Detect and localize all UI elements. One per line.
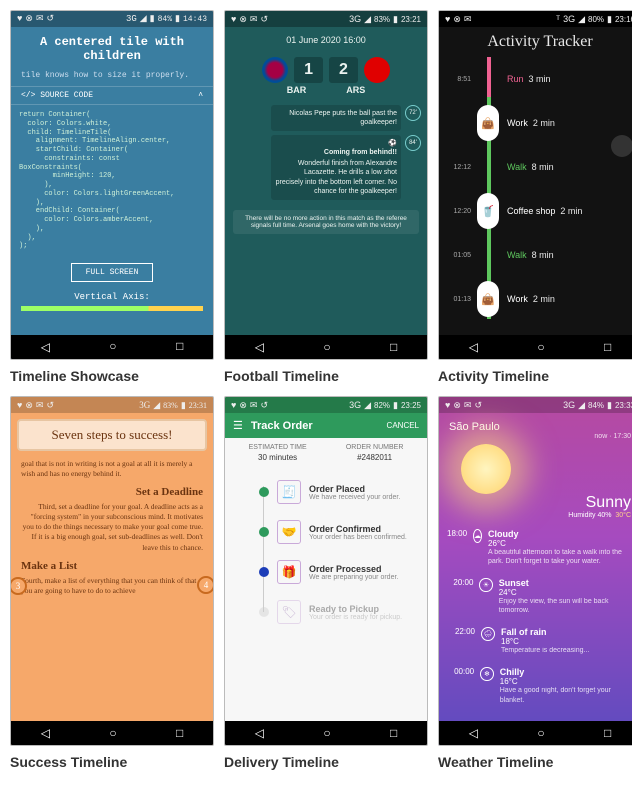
delivery-step: 🎁Order ProcessedWe are preparing your or… — [259, 552, 417, 592]
step-icon: 🤝 — [277, 520, 301, 544]
paragraph: Third, set a deadline for your goal. A d… — [21, 502, 203, 553]
barcelona-crest — [262, 57, 288, 83]
delivery-step: 🧾Order PlacedWe have received your order… — [259, 472, 417, 512]
activity-row: 01:13👜Work 2 min — [477, 277, 632, 321]
forecast-row: 22:00🌧Fall of rain18°CTemperature is dec… — [447, 621, 632, 661]
event-row: 72' Nicolas Pepe puts the ball past the … — [271, 105, 421, 131]
recent-icon: □ — [176, 340, 183, 354]
showcase-title: A centered tile with children — [11, 27, 213, 71]
activity-row: 8:51Run 3 min — [477, 57, 632, 101]
status-bar: ♥⊗✉↺ 3G◢82%▮23:25 — [225, 397, 427, 413]
phone-showcase: ♥⊗✉↺ 3G◢▮84%▮14:43 A centered tile with … — [10, 10, 214, 360]
score-away: 2 — [329, 57, 358, 83]
activity-pill: 🥤 — [477, 193, 499, 229]
abbr-away: ARS — [346, 85, 365, 95]
vaxis-label: Vertical Axis: — [11, 288, 213, 306]
score-home: 1 — [294, 57, 323, 83]
activity-row: 12:12Walk 8 min — [477, 145, 632, 189]
caption: Activity Timeline — [438, 368, 632, 384]
step-badge-4: 4 — [197, 576, 214, 594]
minute-badge: 72' — [405, 105, 421, 121]
phone-activity: ♥⊗✉ ᵀ3G◢80%▮23:16 Activity Tracker 8:51R… — [438, 10, 632, 360]
abbr-home: BAR — [287, 85, 307, 95]
phone-delivery: ♥⊗✉↺ 3G◢82%▮23:25 ☰ Track Order CANCEL E… — [224, 396, 428, 746]
caption: Weather Timeline — [438, 754, 632, 770]
step-dot — [259, 527, 269, 537]
forecast-row: 20:00☀Sunset24°CEnjoy the view, the sun … — [447, 572, 632, 621]
color-bar — [21, 306, 203, 311]
sun-graphic — [461, 444, 511, 494]
step-dot — [259, 607, 269, 617]
forecast-row: 18:00☁Cloudy26°CA beautiful afternoon to… — [447, 523, 632, 572]
activity-title: Activity Tracker — [439, 27, 632, 57]
order-meta: ESTIMATED TIME30 minutes ORDER NUMBER#24… — [225, 438, 427, 468]
step-dot — [259, 487, 269, 497]
code-block: return Container( color: Colors.white, c… — [11, 105, 213, 257]
phone-weather: ♥⊗✉↺ 3G◢84%▮23:33 São Paulo now · 17:30 … — [438, 396, 632, 746]
status-bar: ♥⊗✉↺ 3G◢83%▮23:31 — [11, 397, 213, 413]
final-whistle: There will be no more action in this mat… — [233, 210, 419, 234]
delivery-step: 🏷Ready to PickupYour order is ready for … — [259, 592, 417, 632]
minute-badge: 84' — [405, 135, 421, 151]
section-heading: Make a List — [21, 559, 203, 574]
scoreboard: 1 2 — [225, 53, 427, 85]
status-bar: ♥⊗✉↺ 3G◢84%▮23:33 — [439, 397, 632, 413]
now-label: now · 17:30 — [439, 433, 632, 440]
showcase-sub: tile knows how to size it properly. — [11, 71, 213, 86]
arsenal-crest — [364, 57, 390, 83]
step-icon: 🎁 — [277, 560, 301, 584]
caption: Success Timeline — [10, 754, 214, 770]
home-icon: ○ — [109, 340, 116, 354]
source-toggle[interactable]: </> SOURCE CODE˄ — [11, 86, 213, 105]
current-cond: Sunny — [439, 494, 632, 512]
weather-icon: ☁ — [473, 529, 482, 543]
caption: Timeline Showcase — [10, 368, 214, 384]
cancel-button[interactable]: CANCEL — [387, 421, 419, 430]
phone-football: ♥⊗✉↺ 3G◢83%▮23:21 01 June 2020 16:00 1 2… — [224, 10, 428, 360]
chevron-up-icon: ˄ — [198, 91, 203, 100]
android-nav: ◁ ○ □ — [11, 335, 213, 359]
step-icon: 🧾 — [277, 480, 301, 504]
caption: Delivery Timeline — [224, 754, 428, 770]
status-bar: ♥⊗✉↺ 3G◢▮84%▮14:43 — [11, 11, 213, 27]
event-row: 84' ⚽ Coming from behind!!Wonderful fini… — [271, 135, 421, 200]
forecast-row: 00:00❄Chilly16°CHave a good night, don't… — [447, 661, 632, 710]
app-bar: ☰ Track Order CANCEL — [225, 413, 427, 438]
delivery-step: 🤝Order ConfirmedYour order has been conf… — [259, 512, 417, 552]
activity-row: 12:20🥤Coffee shop 2 min — [477, 189, 632, 233]
activity-row: 👜Work 2 min — [477, 101, 632, 145]
goal-icon: ⚽ — [388, 140, 397, 147]
back-icon: ◁ — [41, 340, 50, 355]
app-title: Track Order — [251, 420, 387, 432]
status-bar: ♥⊗✉↺ 3G◢83%▮23:21 — [225, 11, 427, 27]
activity-pill: 👜 — [477, 105, 499, 141]
success-title: Seven steps to success! — [17, 419, 207, 451]
step-icon: 🏷 — [277, 600, 301, 624]
weather-icon: 🌧 — [481, 627, 495, 641]
fullscreen-button[interactable]: FULL SCREEN — [71, 263, 154, 282]
weather-icon: ☀ — [479, 578, 492, 592]
menu-icon[interactable]: ☰ — [233, 419, 243, 432]
caption: Football Timeline — [224, 368, 428, 384]
city-label: São Paulo — [439, 413, 632, 433]
match-date: 01 June 2020 16:00 — [225, 27, 427, 53]
paragraph: Fourth, make a list of everything that y… — [21, 576, 203, 596]
activity-pill: 👜 — [477, 281, 499, 317]
activity-row: 01:05Walk 8 min — [477, 233, 632, 277]
humidity: Humidity 40% 30°C — [439, 512, 632, 519]
step-dot — [259, 567, 269, 577]
paragraph: goal that is not in writing is not a goa… — [21, 459, 203, 479]
weather-icon: ❄ — [480, 667, 494, 681]
section-heading: Set a Deadline — [21, 485, 203, 500]
status-bar: ♥⊗✉ ᵀ3G◢80%▮23:16 — [439, 11, 632, 27]
phone-success: ♥⊗✉↺ 3G◢83%▮23:31 Seven steps to success… — [10, 396, 214, 746]
